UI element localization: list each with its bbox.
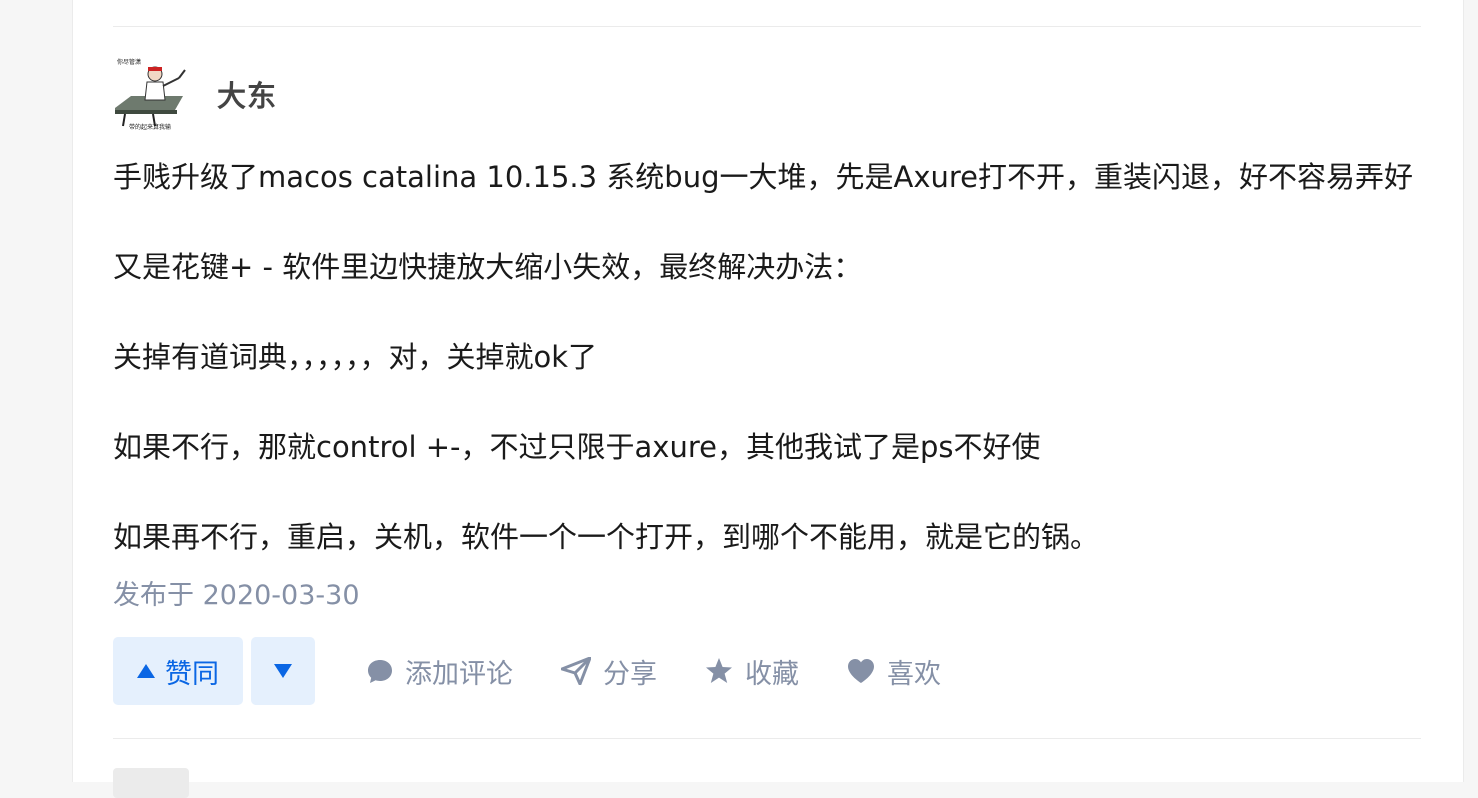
vote-down-button[interactable]: [251, 637, 315, 705]
answer-paragraph: 关掉有道词典，，，，，，对，关掉就ok了: [113, 340, 598, 374]
author-info: 你尽管潇 带的起来算我输 大东: [113, 56, 277, 132]
vote-up-button[interactable]: 赞同: [113, 637, 243, 705]
next-answer-avatar[interactable]: [113, 768, 189, 798]
comment-bubble-icon: [368, 660, 392, 683]
action-bar: 赞同 添加评论 分享 收藏 喜欢: [113, 637, 941, 705]
answer-paragraph: 如果不行，那就control +-，不过只限于axure，其他我试了是ps不好使: [113, 430, 1041, 464]
heart-icon: [848, 659, 874, 683]
share-button[interactable]: 分享: [561, 652, 657, 691]
like-button[interactable]: 喜欢: [847, 652, 941, 691]
answer-card: 你尽管潇 带的起来算我输 大东 手贱升级了macos catalina 10.1…: [72, 0, 1464, 798]
favorite-label: 收藏: [745, 658, 799, 690]
star-icon: [706, 658, 732, 683]
avatar[interactable]: 你尽管潇 带的起来算我输: [113, 56, 189, 132]
publish-date[interactable]: 发布于 2020-03-30: [113, 576, 360, 616]
share-label: 分享: [603, 658, 657, 690]
triangle-down-icon: [274, 664, 292, 678]
paper-plane-icon: [561, 657, 591, 685]
favorite-button[interactable]: 收藏: [705, 652, 799, 691]
answer-paragraph: 手贱升级了macos catalina 10.15.3 系统bug一大堆，先是A…: [113, 160, 1413, 194]
vote-up-label: 赞同: [165, 658, 219, 690]
author-name[interactable]: 大东: [217, 73, 277, 115]
comment-label: 添加评论: [405, 658, 513, 690]
avatar-caption-top: 你尽管潇: [117, 58, 141, 66]
bottom-divider: [113, 738, 1421, 739]
triangle-up-icon: [137, 664, 155, 678]
avatar-caption-bottom: 带的起来算我输: [129, 123, 171, 131]
answer-content: 手贱升级了macos catalina 10.15.3 系统bug一大堆，先是A…: [113, 152, 1413, 602]
top-divider: [113, 26, 1421, 27]
like-label: 喜欢: [887, 658, 941, 690]
answer-paragraph: 又是花键+ - 软件里边快捷放大缩小失效，最终解决办法：: [113, 250, 863, 284]
comment-button[interactable]: 添加评论: [367, 652, 513, 691]
